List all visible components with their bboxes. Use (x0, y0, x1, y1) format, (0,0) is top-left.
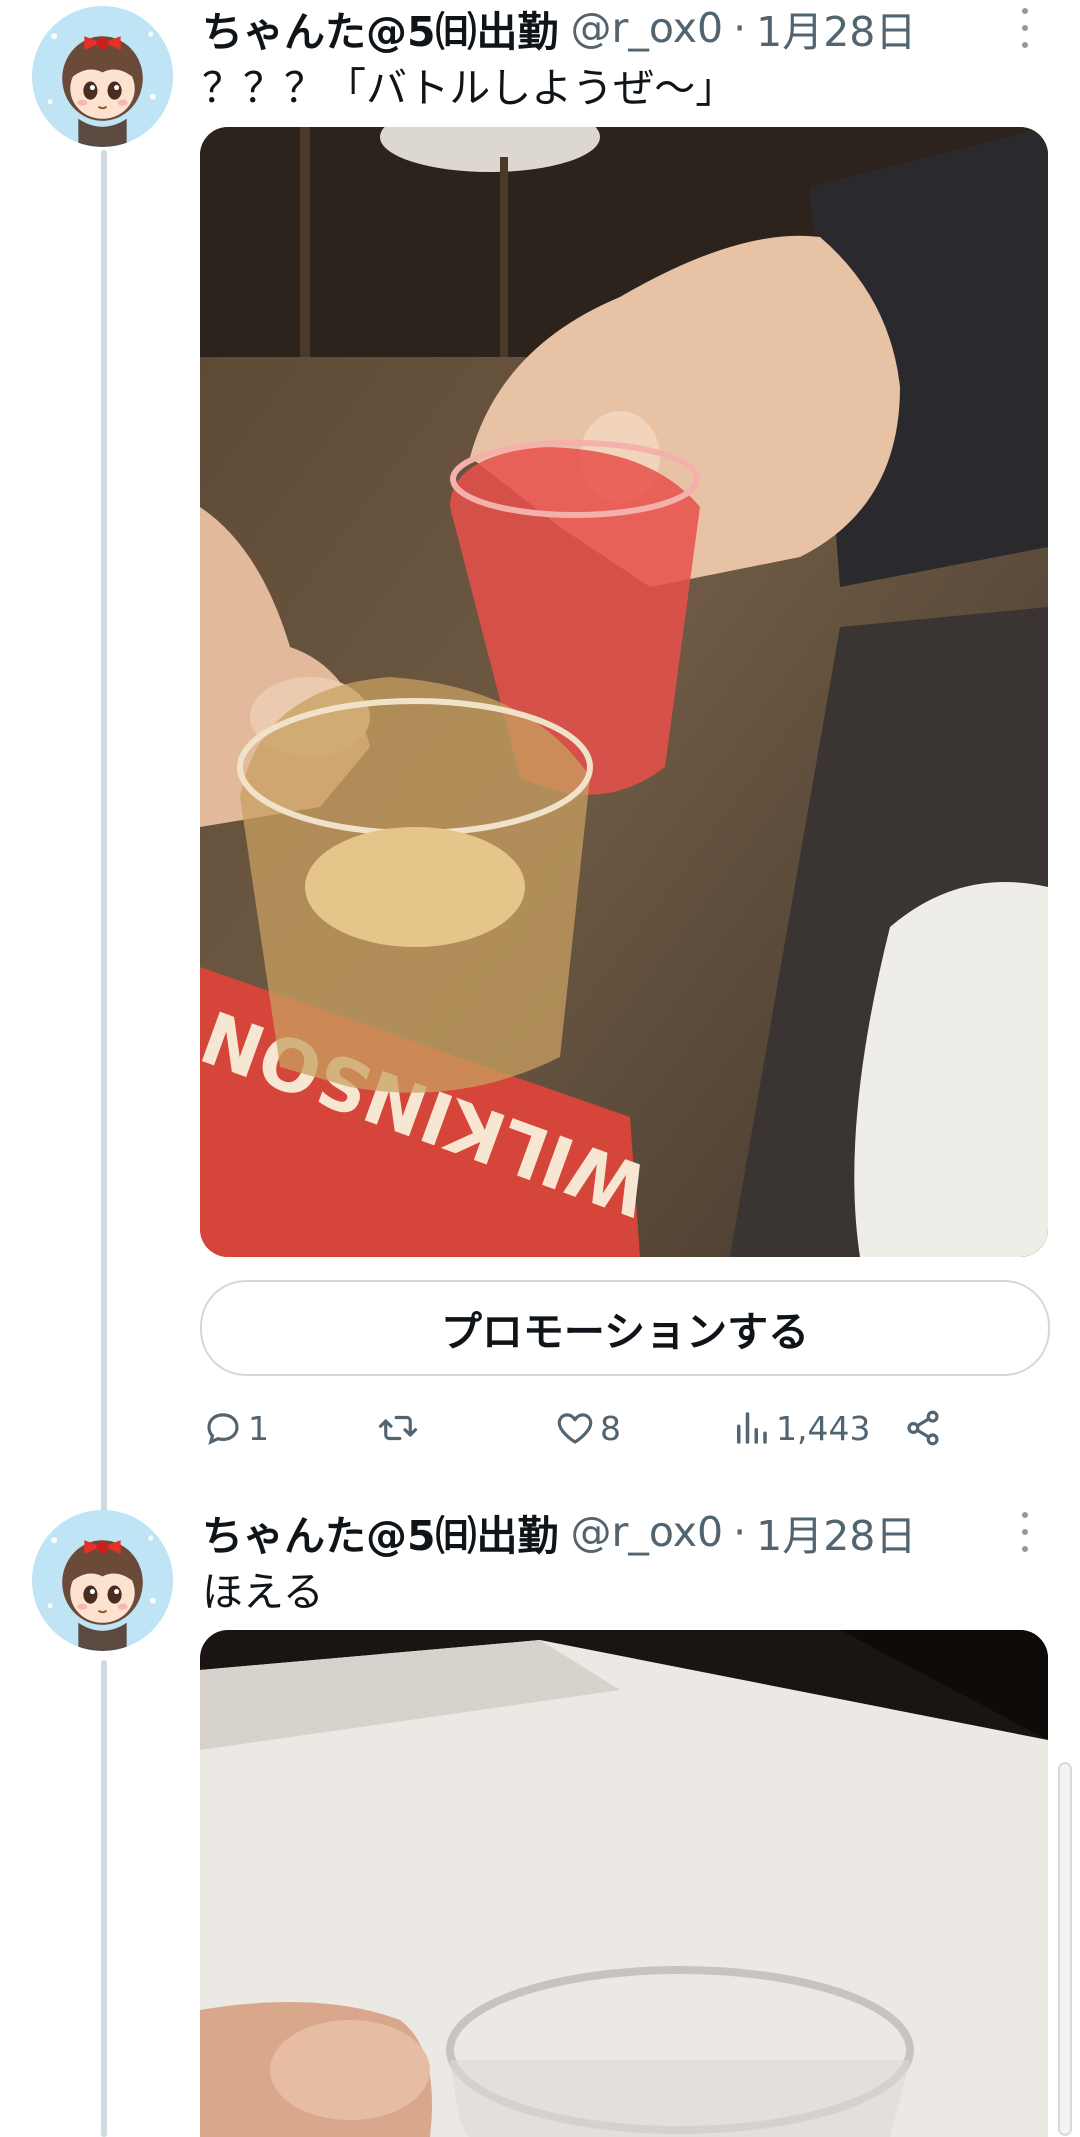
reply-icon (207, 1413, 239, 1445)
analytics-icon (737, 1412, 767, 1444)
like-count: 8 (600, 1408, 621, 1448)
author-name[interactable]: ちゃんた@5㈰出勤 (202, 0, 559, 58)
share-button[interactable] (902, 1400, 944, 1456)
avatar-label: ちゃんた (82, 130, 122, 142)
separator-dot: · (733, 4, 747, 52)
tweet-photo[interactable] (200, 1630, 1048, 2137)
reply-count: 1 (248, 1408, 269, 1448)
thread-line (101, 150, 107, 1515)
share-icon (907, 1410, 939, 1446)
more-options-icon[interactable] (1010, 1512, 1040, 1552)
more-options-icon[interactable] (1010, 8, 1040, 48)
avatar-label: ちゃんた (82, 1634, 122, 1646)
avatar[interactable]: ちゃんた (32, 6, 173, 147)
tweet-photo[interactable]: WILKINSON (200, 127, 1048, 1257)
author-name[interactable]: ちゃんた@5㈰出勤 (202, 1502, 559, 1562)
tweet-text: ほえる (202, 1568, 324, 1616)
author-handle[interactable]: @r_ox0 (571, 4, 724, 52)
scrollbar[interactable] (1058, 1762, 1072, 2136)
avatar[interactable]: ちゃんた (32, 1510, 173, 1651)
reply-button[interactable]: 1 (202, 1400, 269, 1456)
view-count: 1,443 (776, 1408, 871, 1448)
tweet-date[interactable]: 1月28日 (756, 1502, 916, 1562)
author-handle[interactable]: @r_ox0 (571, 1508, 724, 1556)
tweet-header: ちゃんた@5㈰出勤 @r_ox0 · 1月28日 (202, 0, 916, 56)
promote-button[interactable]: プロモーションする (200, 1280, 1050, 1376)
tweet-date[interactable]: 1月28日 (756, 0, 916, 58)
heart-icon (557, 1413, 593, 1444)
tweet-text: ？？？「バトルしようぜ〜」 (202, 64, 737, 112)
retweet-button[interactable] (377, 1400, 423, 1456)
separator-dot: · (733, 1508, 747, 1556)
tweet-header: ちゃんた@5㈰出勤 @r_ox0 · 1月28日 (202, 1504, 916, 1560)
retweet-icon (378, 1415, 418, 1441)
thread-line (101, 1660, 107, 2137)
like-button[interactable]: 8 (554, 1400, 621, 1456)
tweet-actions: 1 8 1,443 (0, 1400, 1080, 1456)
views-button[interactable]: 1,443 (730, 1400, 870, 1456)
